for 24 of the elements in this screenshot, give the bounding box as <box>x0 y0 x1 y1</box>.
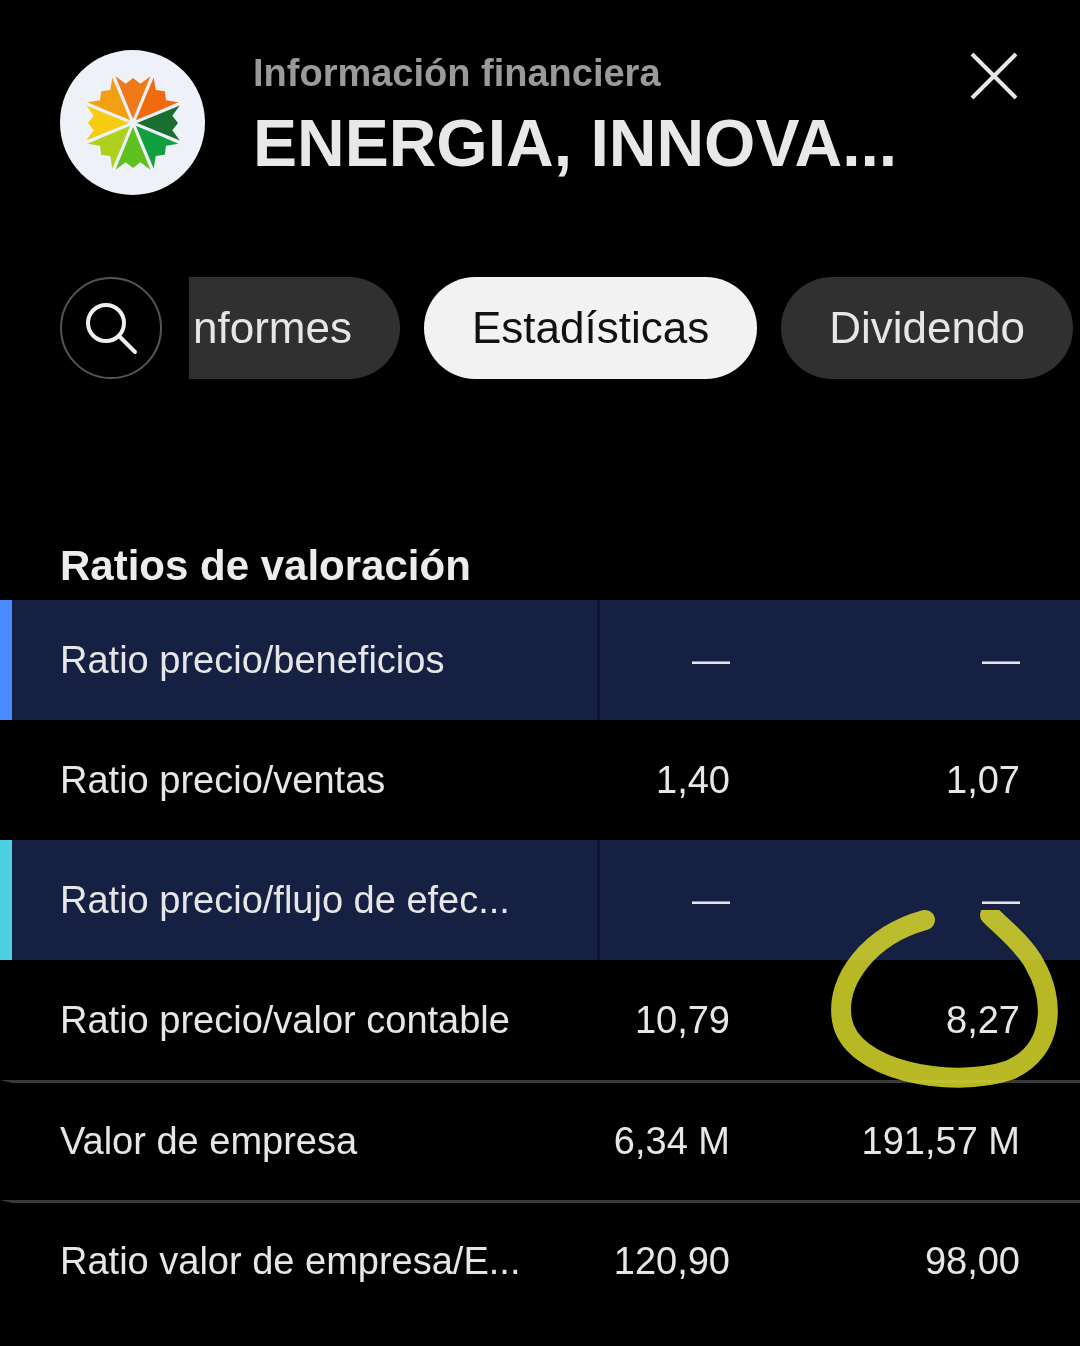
table-cell-text: 98,00 <box>923 1240 1021 1283</box>
table-cell-text: 191,57 M <box>860 1120 1021 1163</box>
table-cell-text: — <box>691 878 730 922</box>
table-cell-text: — <box>691 638 730 682</box>
table-cell-text: — <box>981 638 1021 682</box>
table-cell-text: 10,79 <box>633 998 730 1042</box>
row-label: Ratio precio/beneficios <box>12 600 600 720</box>
subtitle: Información financiera <box>253 52 662 95</box>
tab[interactable]: Dividendo <box>781 277 1073 379</box>
section-title: Ratios de valoración <box>60 542 472 591</box>
row-label: Ratio precio/ventas <box>59 757 387 803</box>
row-label: Ratio precio/valor contable <box>59 997 511 1043</box>
table-cell-text: 1,40 <box>655 758 730 802</box>
table-cell-text: — <box>981 878 1021 922</box>
tab[interactable]: Estadísticas <box>423 277 758 379</box>
tab[interactable]: nformes <box>189 277 400 379</box>
company-title: ENERGIA, INNOVA... <box>253 105 899 181</box>
table-cell-text: 1,07 <box>945 758 1021 802</box>
table-cell-text: 6,34 M <box>612 1120 730 1163</box>
row-label: Valor de empresa <box>59 1119 359 1164</box>
table-cell-text: 120,90 <box>612 1240 730 1283</box>
table-cell-text: 8,27 <box>945 998 1021 1042</box>
row-label: Ratio precio/flujo de efec... <box>12 840 600 960</box>
row-label: Ratio valor de empresa/E... <box>59 1239 522 1284</box>
